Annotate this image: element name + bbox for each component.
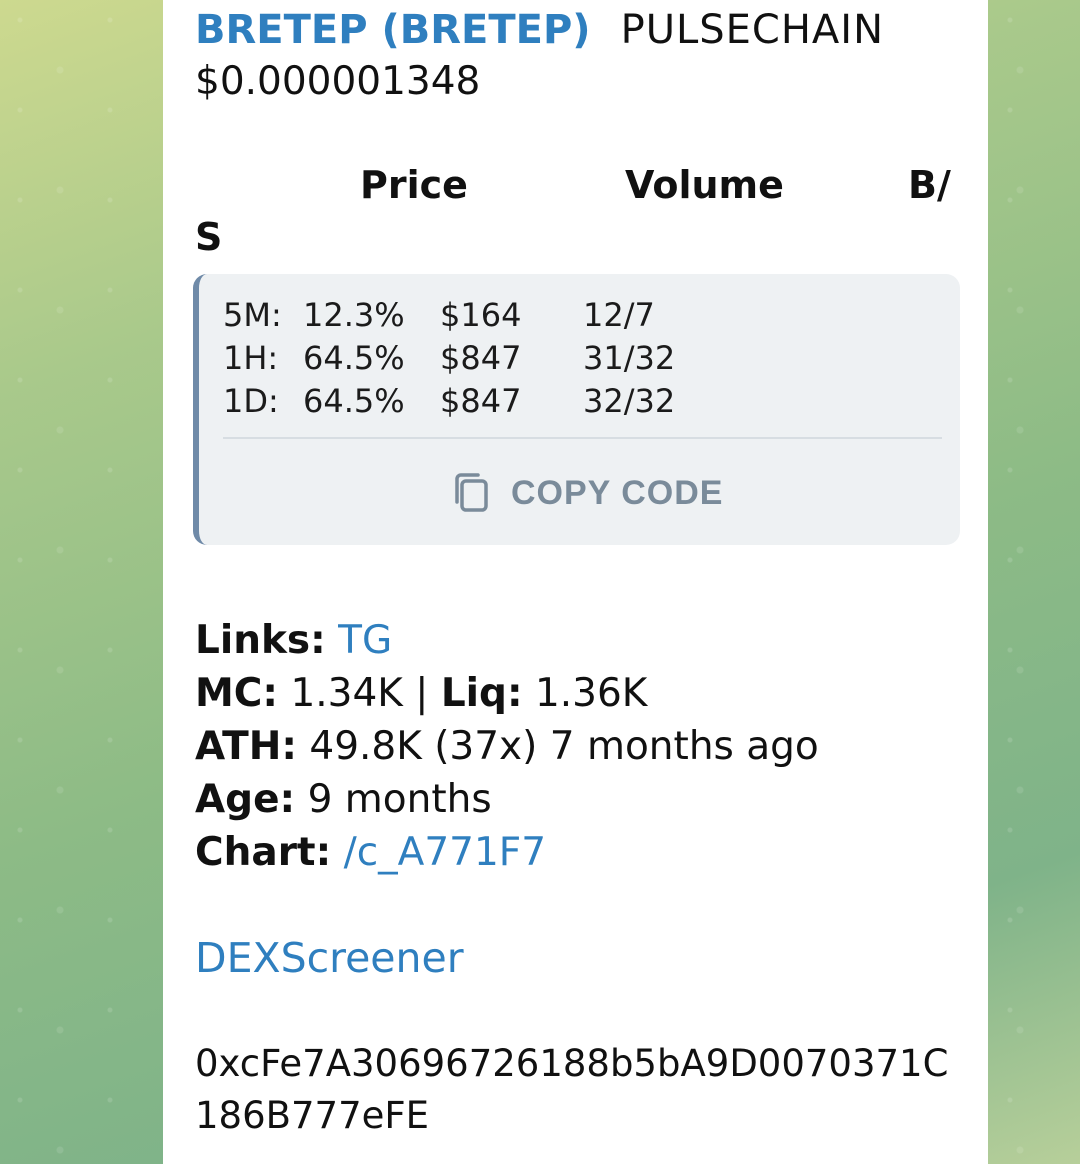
chart-command-link[interactable]: /c_A771F7 [344, 830, 546, 875]
message-title: BRETEP (BRETEP) PULSECHAIN [195, 6, 884, 54]
age-value: 9 months [307, 777, 492, 822]
mc-line: MC: 1.34K | Liq: 1.36K [195, 667, 819, 720]
table-headers: Price Volume B/ S [195, 163, 960, 263]
row-timeframe: 1D: [223, 382, 279, 420]
token-link[interactable]: BRETEP (BRETEP) [195, 7, 591, 53]
ath-label: ATH: [195, 724, 297, 769]
age-label: Age: [195, 777, 296, 822]
row-timeframe: 5M: [223, 296, 282, 334]
token-price: $0.000001348 [195, 59, 481, 104]
token-info: Links: TG MC: 1.34K | Liq: 1.36K ATH: 49… [195, 614, 819, 879]
message-bubble: BRETEP (BRETEP) PULSECHAIN $0.000001348 P… [163, 0, 988, 1164]
code-block[interactable]: 5M: 12.3% $164 12/7 1H: 64.5% $847 31/32… [193, 274, 960, 545]
separator: | [415, 671, 429, 716]
row-buy-sell: 31/32 [583, 339, 676, 377]
row-percent: 64.5% [303, 339, 405, 377]
row-buy-sell: 32/32 [583, 382, 676, 420]
row-volume: $847 [440, 339, 522, 377]
row-timeframe: 1H: [223, 339, 279, 377]
row-volume: $847 [440, 382, 522, 420]
mc-value: 1.34K [290, 671, 403, 716]
ath-line: ATH: 49.8K (37x) 7 months ago [195, 720, 819, 773]
chain-name: PULSECHAIN [620, 7, 885, 53]
code-row: 1H: 64.5% $847 31/32 [223, 337, 923, 380]
header-buy-sell: B/ [908, 163, 951, 207]
header-volume: Volume [625, 163, 784, 207]
row-buy-sell: 12/7 [583, 296, 655, 334]
header-price: Price [360, 163, 468, 207]
tg-link[interactable]: TG [338, 618, 392, 663]
mc-label: MC: [195, 671, 279, 716]
code-divider [223, 437, 942, 439]
dexscreener-link[interactable]: DEXScreener [195, 932, 464, 984]
chart-line: Chart: /c_A771F7 [195, 826, 819, 879]
row-percent: 12.3% [303, 296, 405, 334]
row-percent: 64.5% [303, 382, 405, 420]
age-line: Age: 9 months [195, 773, 819, 826]
copy-icon [455, 473, 488, 512]
links-label: Links: [195, 618, 326, 663]
code-row: 1D: 64.5% $847 32/32 [223, 380, 923, 423]
liq-label: Liq: [440, 671, 523, 716]
links-line: Links: TG [195, 614, 819, 667]
contract-address: 0xcFe7A30696726188b5bA9D0070371C186B777e… [195, 1042, 949, 1137]
copy-code-button[interactable]: COPY CODE [449, 470, 723, 516]
copy-code-label: COPY CODE [511, 473, 724, 512]
code-rows: 5M: 12.3% $164 12/7 1H: 64.5% $847 31/32… [223, 294, 923, 423]
chart-label: Chart: [195, 830, 332, 875]
liq-value: 1.36K [534, 671, 648, 716]
header-buy-sell-wrap: S [195, 215, 223, 259]
row-volume: $164 [440, 296, 522, 334]
code-row: 5M: 12.3% $164 12/7 [223, 294, 923, 337]
ath-value: 49.8K (37x) 7 months ago [309, 724, 819, 769]
